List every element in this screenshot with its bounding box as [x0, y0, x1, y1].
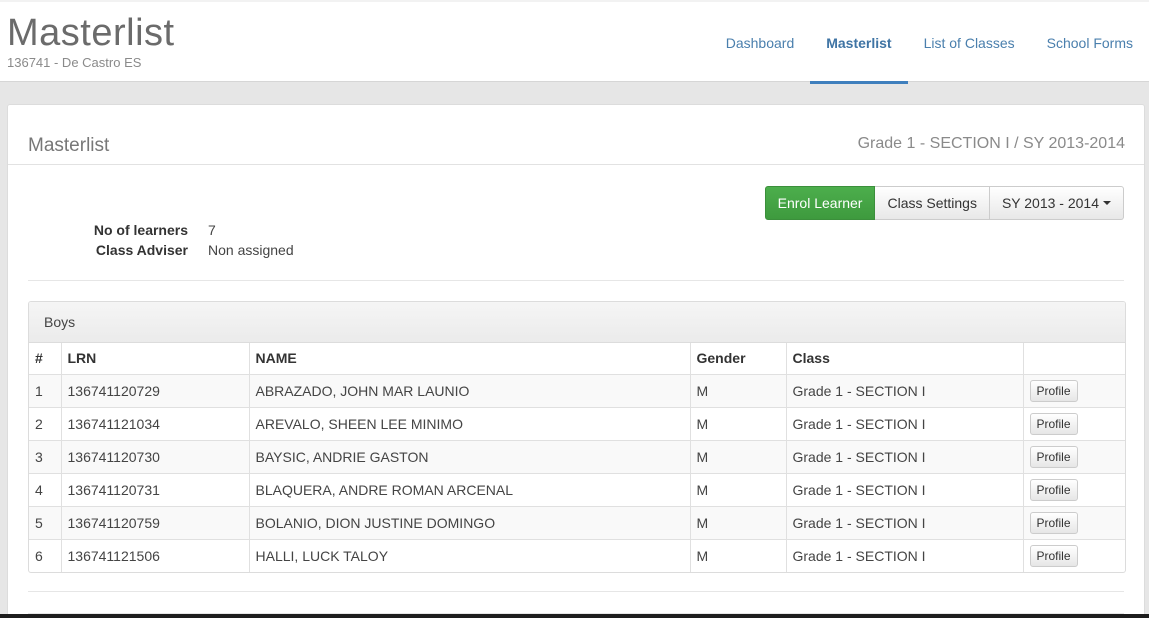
- row-class: Grade 1 - SECTION I: [786, 539, 1024, 572]
- row-lrn: 136741121506: [61, 539, 250, 572]
- school-year-dropdown[interactable]: SY 2013 - 2014: [989, 186, 1124, 220]
- divider: [28, 591, 1124, 592]
- class-settings-button[interactable]: Class Settings: [875, 186, 990, 220]
- row-actions: Profile: [1023, 407, 1125, 441]
- top-bar: Masterlist 136741 - De Castro ES Dashboa…: [0, 0, 1149, 84]
- profile-button[interactable]: Profile: [1029, 511, 1078, 534]
- row-number: 6: [29, 539, 62, 572]
- table-row: 6 136741121506 HALLI, LUCK TALOY M Grade 1 -…: [29, 539, 1125, 572]
- row-gender: M: [690, 374, 787, 408]
- row-number: 1: [29, 374, 62, 408]
- boys-heading: Boys: [29, 302, 1125, 343]
- row-class: Grade 1 - SECTION I: [786, 506, 1024, 540]
- profile-button[interactable]: Profile: [1029, 412, 1078, 435]
- col-gender: Gender: [690, 343, 787, 375]
- row-name: BLAQUERA, ANDRE ROMAN ARCENAL: [249, 473, 691, 507]
- info-label: No of learners: [93, 222, 188, 238]
- row-class: Grade 1 - SECTION I: [786, 407, 1024, 441]
- row-name: HALLI, LUCK TALOY: [249, 539, 691, 572]
- col-lrn: LRN: [61, 343, 250, 375]
- school-year-label: SY 2013 - 2014: [1001, 195, 1099, 211]
- profile-button[interactable]: Profile: [1029, 445, 1078, 468]
- row-gender: M: [690, 506, 787, 540]
- panel-header: Masterlist Grade 1 - SECTION I / SY 2013…: [8, 105, 1144, 165]
- school-subtitle: 136741 - De Castro ES: [7, 55, 142, 70]
- info-label: Class Adviser: [95, 242, 188, 258]
- boys-table: # LRN NAME Gender Class 1 136741120729 ABR…: [29, 343, 1125, 572]
- table-row: 3 136741120730 BAYSIC, ANDRIE GASTON M Grade…: [29, 440, 1125, 474]
- row-name: AREVALO, SHEEN LEE MINIMO: [249, 407, 691, 441]
- enrol-learner-button[interactable]: Enrol Learner: [764, 186, 876, 220]
- col-class: Class: [786, 343, 1024, 375]
- row-lrn: 136741120731: [61, 473, 250, 507]
- masterlist-panel: Masterlist Grade 1 - SECTION I / SY 2013…: [7, 104, 1145, 618]
- profile-button[interactable]: Profile: [1029, 478, 1078, 501]
- table-row: 2 136741121034 AREVALO, SHEEN LEE MINIMO M G…: [29, 407, 1125, 441]
- os-taskbar: [0, 614, 1149, 618]
- info-value: 7: [208, 222, 216, 238]
- class-context: Grade 1 - SECTION I / SY 2013-2014: [857, 135, 1125, 152]
- col-name: NAME: [249, 343, 691, 375]
- row-actions: Profile: [1023, 440, 1125, 474]
- action-button-group: Enrol Learner Class Settings SY 2013 - 2…: [764, 186, 1124, 220]
- row-name: BAYSIC, ANDRIE GASTON: [249, 440, 691, 474]
- row-lrn: 136741120729: [61, 374, 250, 408]
- row-class: Grade 1 - SECTION I: [786, 440, 1024, 474]
- boys-group: Boys # LRN NAME Gender Class 1 1367411207…: [28, 301, 1126, 573]
- row-actions: Profile: [1023, 374, 1125, 408]
- table-row: 5 136741120759 BOLANIO, DION JUSTINE DOMIN…: [29, 506, 1125, 540]
- row-lrn: 136741121034: [61, 407, 250, 441]
- row-actions: Profile: [1023, 506, 1125, 540]
- row-gender: M: [690, 539, 787, 572]
- row-lrn: 136741120759: [61, 506, 250, 540]
- divider: [28, 280, 1124, 281]
- nav-masterlist[interactable]: Masterlist: [810, 2, 908, 84]
- table-row: 4 136741120731 BLAQUERA, ANDRE ROMAN ARCEN…: [29, 473, 1125, 507]
- nav-school-forms[interactable]: School Forms: [1031, 2, 1149, 84]
- profile-button[interactable]: Profile: [1029, 379, 1078, 402]
- info-value: Non assigned: [208, 242, 294, 258]
- table-header-row: # LRN NAME Gender Class: [29, 343, 1125, 375]
- row-actions: Profile: [1023, 539, 1125, 572]
- row-gender: M: [690, 407, 787, 441]
- class-info: No of learners 7 Class Adviser Non assig…: [8, 220, 294, 260]
- row-gender: M: [690, 440, 787, 474]
- info-row-adviser: Class Adviser Non assigned: [8, 240, 294, 260]
- main-nav: Dashboard Masterlist List of Classes Sch…: [710, 2, 1149, 84]
- nav-list-of-classes[interactable]: List of Classes: [908, 2, 1031, 84]
- info-row-learners: No of learners 7: [8, 220, 294, 240]
- row-lrn: 136741120730: [61, 440, 250, 474]
- profile-button[interactable]: Profile: [1029, 544, 1078, 567]
- row-number: 2: [29, 407, 62, 441]
- row-gender: M: [690, 473, 787, 507]
- row-class: Grade 1 - SECTION I: [786, 473, 1024, 507]
- nav-dashboard[interactable]: Dashboard: [710, 2, 811, 84]
- row-name: BOLANIO, DION JUSTINE DOMINGO: [249, 506, 691, 540]
- col-number: #: [29, 343, 62, 375]
- table-row: 1 136741120729 ABRAZADO, JOHN MAR LAUNIO M G…: [29, 374, 1125, 408]
- row-class: Grade 1 - SECTION I: [786, 374, 1024, 408]
- col-actions: [1023, 343, 1125, 375]
- row-number: 4: [29, 473, 62, 507]
- row-number: 3: [29, 440, 62, 474]
- row-number: 5: [29, 506, 62, 540]
- app-title: Masterlist: [7, 12, 175, 54]
- row-name: ABRAZADO, JOHN MAR LAUNIO: [249, 374, 691, 408]
- caret-down-icon: [1103, 201, 1111, 205]
- row-actions: Profile: [1023, 473, 1125, 507]
- panel-title: Masterlist: [28, 135, 110, 156]
